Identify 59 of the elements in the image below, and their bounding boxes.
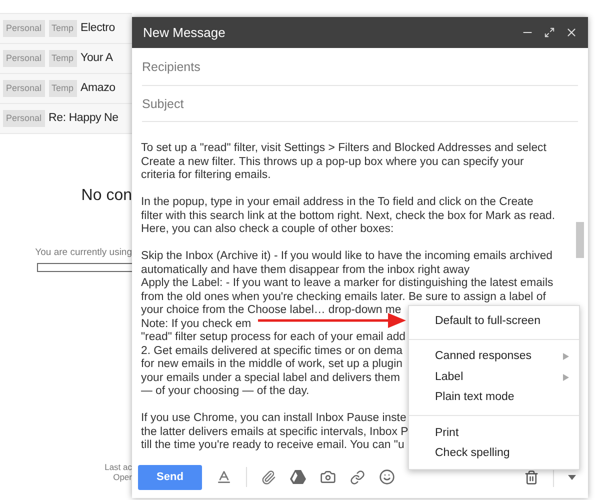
message-line: Note: If you check em	[141, 318, 252, 331]
message-line: the latter delivers emails at specific intervals, Inbox P	[141, 426, 408, 439]
subject-field[interactable]: Subject	[142, 86, 578, 122]
storage-usage-text: You are currently using	[35, 246, 132, 260]
link-icon[interactable]	[350, 470, 365, 484]
close-icon[interactable]	[565, 26, 578, 39]
message-line: criteria for filtering emails.	[141, 169, 271, 182]
email-subject: Re: Happy Ne	[48, 110, 118, 126]
text-format-icon[interactable]	[216, 469, 232, 485]
label-tag: Personal	[3, 50, 45, 68]
label-tag: Temp	[48, 80, 77, 98]
message-line: To set up a "read" filter, visit Settings > Filters and Blocked Addresses and select	[141, 142, 546, 156]
label-tag: Temp	[48, 50, 77, 68]
menu-item[interactable]: Canned responses	[409, 346, 579, 367]
email-row[interactable]: Personal Temp Amazo	[0, 73, 132, 103]
trash-icon[interactable]	[524, 470, 539, 484]
message-line: 2. Get emails delivered at specific times or on dema	[141, 344, 402, 358]
message-line: — of your choosing — of the day.	[141, 385, 310, 398]
email-subject: Amazo	[80, 80, 116, 96]
message-line: for new emails in the middle of work, set up a plugin	[141, 358, 402, 372]
message-line: Skip the Inbox (Archive it) - If you would like to have the incoming emails archived	[141, 250, 553, 264]
message-line: your choice from the Choose label… drop-down me	[141, 304, 402, 318]
menu-item[interactable]: Plain text mode	[409, 388, 579, 408]
message-line: filter with this search link at the bottom right. Next, check the box for Mark as read.	[141, 210, 556, 223]
recipients-field[interactable]: Recipients	[142, 48, 578, 86]
message-line: "read" filter setup process for each of your email add	[141, 331, 406, 344]
activity-text: Oper	[113, 472, 132, 482]
paperclip-icon[interactable]	[261, 470, 276, 484]
caret-icon[interactable]	[568, 474, 576, 480]
menu-item[interactable]: Default to full-screen	[409, 311, 579, 332]
message-line: till the time you're ready to receive email. You can "u	[141, 439, 404, 452]
window-title: New Message	[143, 24, 226, 42]
expand-icon[interactable]	[544, 27, 555, 38]
message-line: automatically and have them disappear from the inbox right away	[141, 264, 470, 277]
message-line: Here, you can also check a couple of other boxes:	[141, 223, 394, 236]
email-row[interactable]: Personal Temp Your A	[0, 43, 132, 73]
email-subject: Electro	[80, 20, 115, 36]
activity-text: Last ac	[104, 462, 132, 472]
email-row[interactable]: Personal Re: Happy Ne	[0, 103, 132, 133]
menu-item[interactable]: Label	[409, 367, 579, 388]
email-subject: Your A	[80, 50, 113, 66]
label-tag: Personal	[3, 80, 45, 98]
emoji-icon[interactable]	[379, 469, 395, 485]
menu-item[interactable]: Check spelling	[409, 444, 579, 464]
menu-item[interactable]: Print	[409, 423, 579, 444]
drive-icon[interactable]	[290, 470, 306, 484]
message-line: from the old ones when you're checking emails later. Be sure to assign a label of	[141, 290, 546, 304]
label-tag: Personal	[3, 20, 45, 38]
message-line: Create a new filter. This throws up a pop-up box where you can specify your	[141, 156, 524, 169]
message-line: If you use Chrome, you can install Inbox Pause inste	[141, 412, 406, 426]
label-tag: Temp	[48, 20, 77, 38]
email-row[interactable]: Personal Temp Electro	[0, 13, 132, 43]
label-tag: Personal	[3, 110, 45, 128]
empty-title: No con	[81, 186, 132, 206]
message-line: In the popup, type in your email address in the To field and click on the Create	[141, 196, 534, 210]
message-line: Apply the Label: - If you want to leave a marker for distinguishing the latest emails	[141, 277, 554, 290]
message-line: your emails under a special label and delivers them	[141, 372, 400, 385]
camera-icon[interactable]	[320, 469, 336, 485]
scrollbar-thumb[interactable]	[576, 222, 584, 258]
